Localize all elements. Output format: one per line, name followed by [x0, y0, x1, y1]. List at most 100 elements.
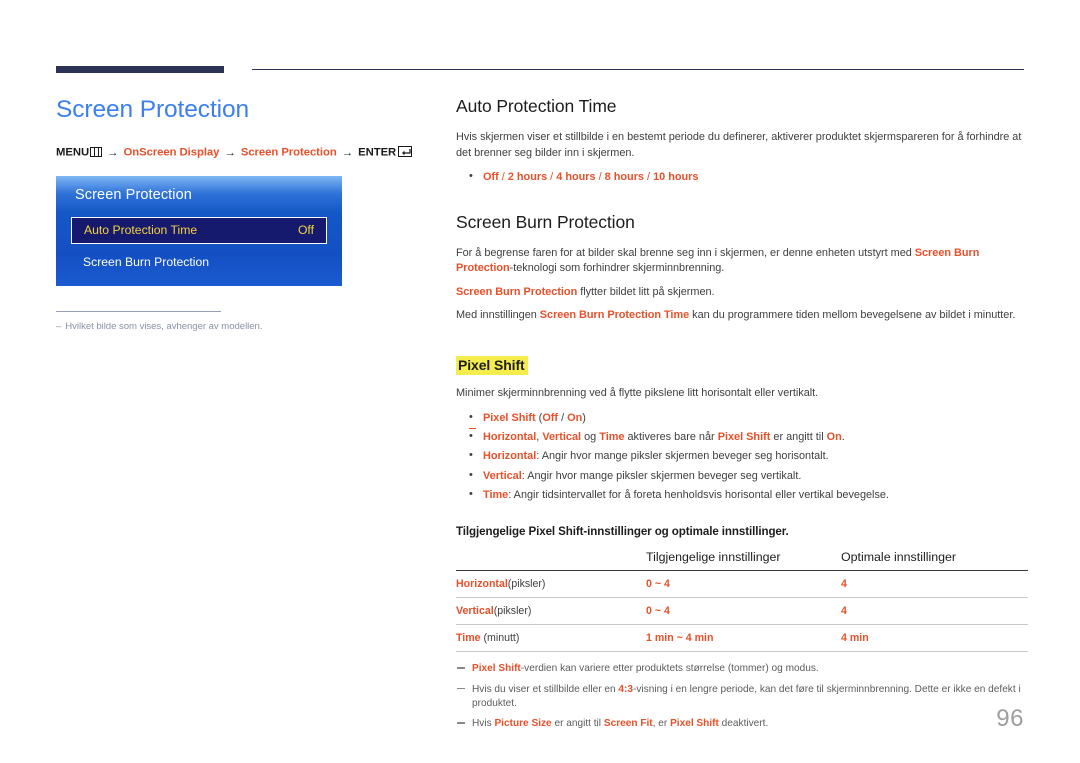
sep: / — [595, 171, 605, 184]
unit: (minutt) — [480, 632, 520, 645]
right-column: Auto Protection Time Hvis skjermen viser… — [456, 96, 1028, 738]
osd-row-label: Screen Burn Protection — [83, 255, 210, 270]
option-off: Off — [542, 411, 559, 424]
text: Hvis du viser et stillbilde eller en — [472, 683, 619, 695]
sep: / — [547, 171, 557, 184]
option-8-hours: 8 hours — [604, 171, 644, 184]
osd-row-value: Off — [297, 223, 314, 238]
table-row: Time (minutt) 1 min ~ 4 min 4 min — [456, 624, 1028, 653]
section1-options-list: Off / 2 hours / 4 hours / 8 hours / 10 h… — [456, 168, 1028, 185]
header-rule-thin — [252, 69, 1024, 71]
pixel-shift-list: Pixel Shift (Off / On) Horizontal, Verti… — [456, 408, 1028, 504]
term-pixel-shift: Pixel Shift — [483, 411, 536, 424]
left-note: – Hvilket bilde som vises, avhenger av mo… — [56, 321, 416, 332]
osd-row-screen-burn-protection[interactable]: Screen Burn Protection — [71, 249, 327, 276]
term-screen-burn-protection-time: Screen Burn Protection Time — [539, 309, 690, 322]
section2-paragraph-2: Screen Burn Protection flytter bildet li… — [456, 285, 1028, 301]
footnote-1: Pixel Shift-verdien kan variere etter pr… — [456, 662, 1028, 676]
breadcrumb-menu-label: MENU — [56, 146, 90, 159]
settings-table: Tilgjengelige innstillinger Optimale inn… — [456, 550, 1028, 653]
osd-menu-title: Screen Protection — [75, 186, 192, 203]
left-note-dash: – — [56, 320, 62, 332]
table-lead-text: Tilgjengelige Pixel Shift-innstillinger … — [456, 525, 789, 539]
text: , er — [652, 718, 671, 730]
term-pixel-shift: Pixel Shift — [670, 718, 719, 730]
breadcrumb: MENU → OnScreen Display → Screen Protect… — [56, 146, 416, 159]
breadcrumb-arrow-2: → — [224, 146, 236, 159]
table-cell-available: 0 ~ 4 — [646, 597, 841, 626]
osd-row-label: Auto Protection Time — [84, 223, 198, 238]
text: : Angir hvor mange piksler skjermen beve… — [521, 469, 802, 482]
list-item: Pixel Shift (Off / On) — [456, 408, 1028, 426]
unit: (piksler) — [507, 578, 546, 591]
option-10-hours: 10 hours — [653, 171, 699, 184]
text: -teknologi som forhindrer skjerminnbrenn… — [509, 262, 725, 275]
section2-paragraph-3: Med innstillingen Screen Burn Protection… — [456, 308, 1028, 324]
section1-paragraph: Hvis skjermen viser et stillbilde i en b… — [456, 131, 1022, 159]
text: og — [581, 430, 600, 443]
table-cell-available: 1 min ~ 4 min — [646, 624, 841, 653]
term-horizontal: Horizontal — [456, 578, 508, 591]
term-picture-size: Picture Size — [494, 718, 552, 730]
text: Med innstillingen — [456, 309, 540, 322]
table-header-available: Tilgjengelige innstillinger — [646, 550, 841, 572]
option-off: Off — [483, 171, 499, 184]
text: er angitt til — [770, 430, 827, 443]
menu-bars-icon — [90, 146, 103, 157]
header-rule — [56, 66, 1024, 74]
footnotes: Pixel Shift -verdien kan variere etter pr… — [456, 662, 1028, 731]
table-row: Vertical(piksler) 0 ~ 4 4 — [456, 597, 1028, 626]
document-page: Screen Protection MENU → OnScreen Displa… — [0, 0, 1080, 763]
subsection-heading-pixel-shift: Pixel Shift — [456, 355, 528, 375]
list-item: Vertical: Angir hvor mange piksler skjer… — [456, 467, 1028, 484]
pixel-shift-intro: Minimer skjerminnbrenning ved å flytte p… — [456, 386, 819, 399]
left-column: Screen Protection MENU → OnScreen Displa… — [56, 96, 416, 332]
table-row: Horizontal(piksler) 0 ~ 4 4 — [456, 570, 1028, 599]
text: ) — [582, 411, 586, 424]
list-item: Time: Angir tidsintervallet for å foreta… — [456, 486, 1028, 503]
term-horizontal: Horizontal — [483, 430, 537, 443]
page-title: Screen Protection — [56, 96, 250, 123]
left-note-divider — [56, 310, 221, 312]
option-on: On — [567, 411, 583, 424]
option-2-hours: 2 hours — [507, 171, 548, 184]
text: -verdien kan variere etter produktets st… — [520, 663, 819, 675]
term-time: Time — [599, 430, 625, 443]
term-time: Time — [483, 488, 509, 501]
table-cell-available: 0 ~ 4 — [646, 570, 841, 599]
osd-menu-mock: Screen Protection Auto Protection Time O… — [56, 175, 342, 286]
text: flytter bildet litt på skjermen. — [577, 285, 715, 298]
table-header-optimal: Optimale innstillinger — [841, 550, 1028, 572]
table-header-blank — [456, 550, 646, 572]
table-header-row: Tilgjengelige innstillinger Optimale inn… — [456, 550, 1028, 572]
table-cell-label: Vertical(piksler) — [456, 597, 646, 626]
term-4-3: 4:3 — [618, 683, 634, 695]
breadcrumb-item-screen-protection: Screen Protection — [240, 146, 337, 159]
text: : Angir tidsintervallet for å foreta hen… — [508, 488, 890, 501]
text: kan du programmere tiden mellom bevegels… — [689, 309, 1016, 322]
term-vertical: Vertical — [483, 469, 522, 482]
breadcrumb-enter-label: ENTER — [358, 146, 397, 159]
term-vertical: Vertical — [456, 605, 494, 618]
text: Hvis — [472, 718, 495, 730]
left-note-text: Hvilket bilde som vises, avhenger av mod… — [65, 320, 263, 332]
pixel-shift-subnote: Horizontal, Vertical og Time aktiveres b… — [456, 427, 1028, 445]
term-time: Time — [456, 632, 481, 645]
sep: / — [644, 171, 654, 184]
section-heading-auto-protection-time: Auto Protection Time — [456, 96, 617, 116]
table-cell-optimal: 4 — [841, 570, 1028, 599]
section2-paragraph-1: For å begrense faren for at bilder skal … — [456, 246, 1028, 277]
breadcrumb-item-onscreen-display: OnScreen Display — [123, 146, 220, 159]
text: . — [841, 430, 845, 443]
term-screen-fit: Screen Fit — [603, 718, 653, 730]
list-item: Off / 2 hours / 4 hours / 8 hours / 10 h… — [456, 168, 1028, 185]
text: : Angir hvor mange piksler skjermen beve… — [536, 450, 829, 463]
text: er angitt til — [551, 718, 604, 730]
table-cell-optimal: 4 min — [841, 624, 1028, 653]
text: aktiveres bare når — [624, 430, 718, 443]
list-item: Horizontal: Angir hvor mange piksler skj… — [456, 447, 1028, 464]
term-screen-burn-protection: Screen Burn Protection — [456, 285, 578, 298]
term-horizontal: Horizontal — [483, 450, 537, 463]
osd-row-auto-protection-time[interactable]: Auto Protection Time Off — [71, 216, 327, 244]
footnote-2: Hvis du viser et stillbilde eller en 4:3… — [456, 683, 1028, 712]
